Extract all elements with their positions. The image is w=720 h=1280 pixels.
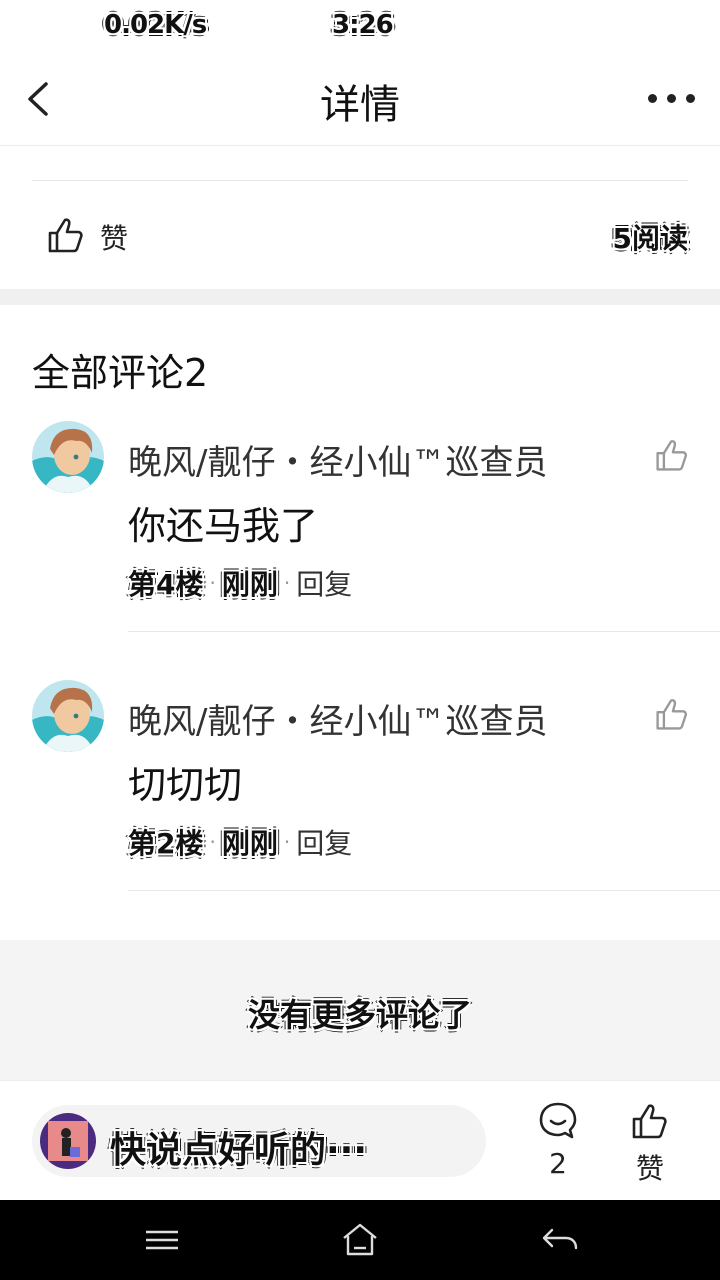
no-more-comments: 没有更多评论了 (0, 940, 720, 1080)
thumbs-up-icon (656, 699, 688, 730)
status-bar: 0.02K/s 3:26 (0, 0, 720, 50)
comment-author[interactable]: 晚风/靓仔・经小仙™巡查员 (128, 435, 547, 484)
reply-button[interactable]: 回复 (296, 563, 352, 603)
like-button[interactable] (46, 215, 86, 255)
read-count: 5阅读 (612, 222, 688, 255)
floor-number: 第2楼 (128, 827, 204, 860)
network-speed: 0.02K/s (104, 10, 207, 40)
home-button[interactable] (338, 1218, 382, 1262)
comment-text: 你还马我了 (128, 504, 319, 548)
comment-like-button[interactable] (654, 696, 690, 732)
post-like-row: 赞 5阅读 (0, 181, 720, 289)
reply-button[interactable]: 回复 (296, 822, 352, 862)
menu-button[interactable] (140, 1218, 184, 1262)
thumbs-up-icon (48, 218, 83, 253)
divider (128, 631, 720, 632)
comment-item: 晚风/靓仔・经小仙™巡查员 你还马我了 第4楼 · 刚刚 · 回复 (0, 421, 720, 679)
back-nav-button[interactable] (538, 1218, 582, 1262)
more-button[interactable] (646, 80, 698, 116)
bottom-action-bar: 快说点好听的··· 2 赞 (0, 1080, 720, 1201)
comment-input[interactable]: 快说点好听的··· (32, 1105, 486, 1177)
back-arrow-icon (542, 1228, 578, 1250)
page-title: 详情 (320, 82, 400, 128)
thumbs-up-icon (656, 440, 688, 471)
comment-count: 2 (549, 1147, 567, 1180)
comment-author[interactable]: 晚风/靓仔・经小仙™巡查员 (128, 694, 547, 743)
comment-meta: 第4楼 · 刚刚 · 回复 (128, 563, 352, 603)
navigation-bar (0, 1200, 720, 1280)
like-label: 赞 (100, 222, 129, 255)
more-horizontal-icon (648, 94, 657, 103)
avatar[interactable] (32, 421, 104, 493)
divider (128, 890, 720, 891)
bottom-like-button[interactable]: 赞 (620, 1099, 680, 1189)
comment-time: 刚刚 (221, 568, 278, 601)
comments-title: 全部评论2 (32, 351, 209, 395)
status-time: 3:26 (332, 10, 394, 40)
home-icon (343, 1223, 377, 1256)
comment-input-placeholder: 快说点好听的··· (110, 1130, 368, 1171)
section-separator (0, 289, 720, 305)
comment-item: 晚风/靓仔・经小仙™巡查员 切切切 第2楼 · 刚刚 · 回复 (0, 680, 720, 938)
comment-meta: 第2楼 · 刚刚 · 回复 (128, 822, 352, 862)
menu-icon (146, 1230, 178, 1250)
comment-time: 刚刚 (221, 827, 278, 860)
thumbs-up-icon (632, 1104, 667, 1139)
floor-number: 第4楼 (128, 568, 204, 601)
comment-text: 切切切 (128, 763, 243, 807)
user-avatar (40, 1113, 96, 1169)
bottom-like-label: 赞 (635, 1152, 664, 1185)
comment-like-button[interactable] (654, 437, 690, 473)
header: 详情 (0, 50, 720, 146)
comment-count-button[interactable]: 2 (528, 1099, 588, 1189)
avatar[interactable] (32, 680, 104, 752)
no-more-text: 没有更多评论了 (247, 996, 472, 1034)
comment-bubble-icon (539, 1102, 577, 1139)
